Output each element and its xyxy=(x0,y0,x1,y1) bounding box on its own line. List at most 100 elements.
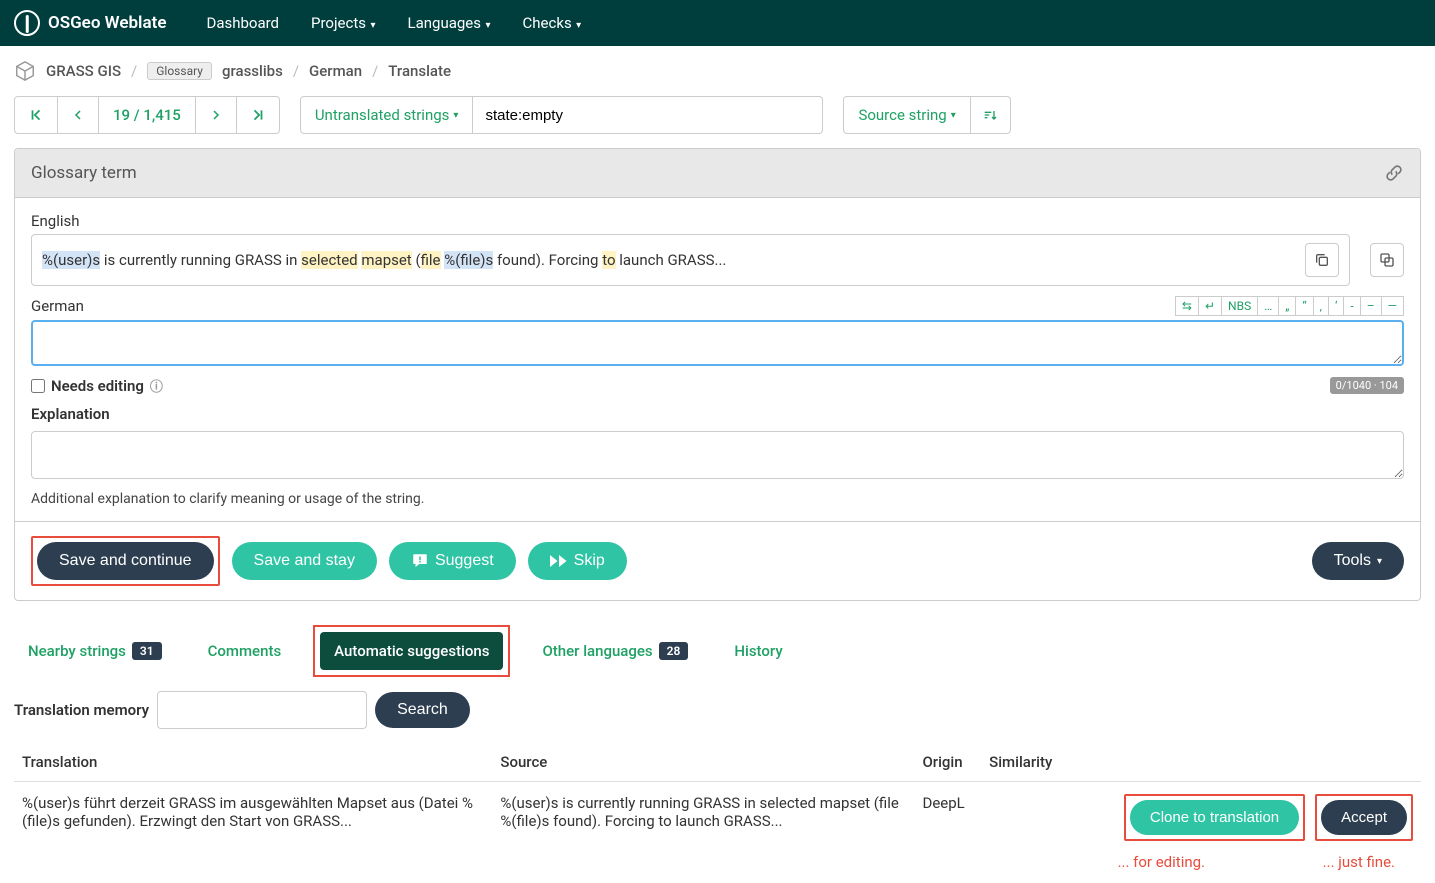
first-button[interactable] xyxy=(14,96,58,134)
sort-group: Source string▾ xyxy=(843,96,1010,134)
chevron-down-icon: ▾ xyxy=(368,20,376,31)
bc-page[interactable]: Translate xyxy=(388,62,451,80)
breadcrumb: GRASS GIS / Glossary grasslibs / German … xyxy=(0,46,1435,96)
nav-checks[interactable]: Checks ▾ xyxy=(507,2,598,44)
col-source: Source xyxy=(492,743,914,782)
tabs: Nearby strings31 Comments Automatic sugg… xyxy=(0,601,1435,687)
explanation-label: Explanation xyxy=(31,405,1404,423)
char-toolbar: ⇆ ↵ NBS … „ “ ‚ ‘ - – — xyxy=(1176,296,1404,316)
bc-sep: / xyxy=(293,62,299,80)
annotation-box: Save and continue xyxy=(31,536,220,586)
cell-source: %(user)s is currently running GRASS in s… xyxy=(492,782,914,854)
position[interactable]: 19 / 1,415 xyxy=(98,96,196,134)
char-btn[interactable]: - xyxy=(1343,296,1360,316)
char-btn[interactable]: NBS xyxy=(1221,296,1258,316)
panel-header: Glossary term xyxy=(15,149,1420,198)
brand[interactable]: OSGeo Weblate xyxy=(14,10,166,36)
char-counter: 0/1040 · 104 xyxy=(1330,377,1404,394)
tab-history[interactable]: History xyxy=(720,632,796,670)
accept-button[interactable]: Accept xyxy=(1321,800,1407,835)
col-similarity: Similarity xyxy=(981,743,1072,782)
needs-editing-label[interactable]: Needs editing ⓘ xyxy=(31,376,163,395)
bc-sep: / xyxy=(372,62,378,80)
toolbar: 19 / 1,415 Untranslated strings▾ Source … xyxy=(0,96,1435,148)
tab-other-languages[interactable]: Other languages28 xyxy=(528,632,702,670)
save-stay-button[interactable]: Save and stay xyxy=(232,542,377,580)
annotation-box: Clone to translation xyxy=(1124,794,1305,841)
source-string: %(user)s is currently running GRASS in s… xyxy=(31,234,1350,286)
cell-similarity xyxy=(981,782,1072,854)
char-btn[interactable]: ‘ xyxy=(1328,296,1344,316)
weblate-logo-icon xyxy=(14,10,40,36)
suggest-icon xyxy=(411,552,429,570)
annotation-fine: ... just fine. xyxy=(1323,853,1395,871)
sort-dropdown[interactable]: Source string▾ xyxy=(843,96,970,134)
tab-auto-suggestions[interactable]: Automatic suggestions xyxy=(320,632,503,670)
needs-editing-checkbox[interactable] xyxy=(31,379,45,393)
skip-icon xyxy=(550,554,568,568)
translation-panel: Glossary term English %(user)s is curren… xyxy=(14,148,1421,601)
info-icon: ⓘ xyxy=(150,376,163,395)
table-row: %(user)s führt derzeit GRASS im ausgewäh… xyxy=(14,782,1421,854)
target-label: German xyxy=(31,297,84,315)
last-button[interactable] xyxy=(236,96,280,134)
char-btn[interactable]: – xyxy=(1360,296,1382,316)
source-label: English xyxy=(31,212,1404,230)
prev-button[interactable] xyxy=(57,96,99,134)
annotation-editing: ... for editing. xyxy=(1118,853,1205,871)
cube-icon xyxy=(14,60,36,82)
cell-translation: %(user)s führt derzeit GRASS im ausgewäh… xyxy=(14,782,492,854)
char-btn[interactable]: “ xyxy=(1295,296,1313,316)
chevron-down-icon: ▾ xyxy=(453,110,458,121)
search-input[interactable] xyxy=(473,96,823,134)
tab-comments[interactable]: Comments xyxy=(194,632,296,670)
nav-projects[interactable]: Projects ▾ xyxy=(295,2,392,44)
col-origin: Origin xyxy=(914,743,981,782)
chevron-down-icon: ▾ xyxy=(1377,556,1382,567)
translation-input[interactable] xyxy=(31,320,1404,366)
bc-sep: / xyxy=(131,62,137,80)
bc-language[interactable]: German xyxy=(309,62,362,80)
badge: 31 xyxy=(132,642,162,660)
tm-search-button[interactable]: Search xyxy=(375,692,470,728)
filter-dropdown[interactable]: Untranslated strings▾ xyxy=(300,96,474,134)
nav-languages[interactable]: Languages ▾ xyxy=(392,2,507,44)
suggest-button[interactable]: Suggest xyxy=(389,542,516,580)
suggestions-table: Translation Source Origin Similarity %(u… xyxy=(14,743,1421,853)
annotation-box: Automatic suggestions xyxy=(313,625,510,677)
copy-icon[interactable] xyxy=(1305,243,1339,277)
annotations: ... for editing. ... just fine. xyxy=(0,853,1435,883)
char-btn[interactable]: ‚ xyxy=(1313,296,1329,316)
char-btn[interactable]: — xyxy=(1381,296,1404,316)
bc-project[interactable]: GRASS GIS xyxy=(46,62,121,80)
char-btn[interactable]: … xyxy=(1257,296,1279,316)
char-btn[interactable]: ↵ xyxy=(1198,296,1222,316)
brand-text: OSGeo Weblate xyxy=(48,13,166,33)
filter-group: Untranslated strings▾ xyxy=(300,96,824,134)
source-text: %(user)s is currently running GRASS in s… xyxy=(42,251,1305,269)
char-btn[interactable]: ⇆ xyxy=(1175,296,1199,316)
tm-input[interactable] xyxy=(157,691,367,729)
tm-label: Translation memory xyxy=(14,701,149,719)
panel-title: Glossary term xyxy=(31,163,137,183)
tab-nearby[interactable]: Nearby strings31 xyxy=(14,632,176,670)
bc-component[interactable]: grasslibs xyxy=(222,62,283,80)
skip-button[interactable]: Skip xyxy=(528,542,627,580)
save-continue-button[interactable]: Save and continue xyxy=(37,542,214,580)
link-icon[interactable] xyxy=(1384,163,1404,183)
cell-origin: DeepL xyxy=(914,782,981,854)
sort-direction-button[interactable] xyxy=(971,96,1011,134)
panel-footer: Save and continue Save and stay Suggest … xyxy=(15,521,1420,600)
explanation-help: Additional explanation to clarify meanin… xyxy=(31,491,1404,507)
explanation-input[interactable] xyxy=(31,431,1404,479)
tm-search-row: Translation memory Search xyxy=(0,687,1435,743)
tools-dropdown[interactable]: Tools▾ xyxy=(1312,542,1404,580)
glossary-badge: Glossary xyxy=(147,62,212,80)
badge: 28 xyxy=(659,642,689,660)
annotation-box: Accept xyxy=(1315,794,1413,841)
clone-icon[interactable] xyxy=(1370,243,1404,277)
char-btn[interactable]: „ xyxy=(1278,296,1296,316)
clone-button[interactable]: Clone to translation xyxy=(1130,800,1299,835)
nav-dashboard[interactable]: Dashboard xyxy=(190,2,295,44)
next-button[interactable] xyxy=(195,96,237,134)
